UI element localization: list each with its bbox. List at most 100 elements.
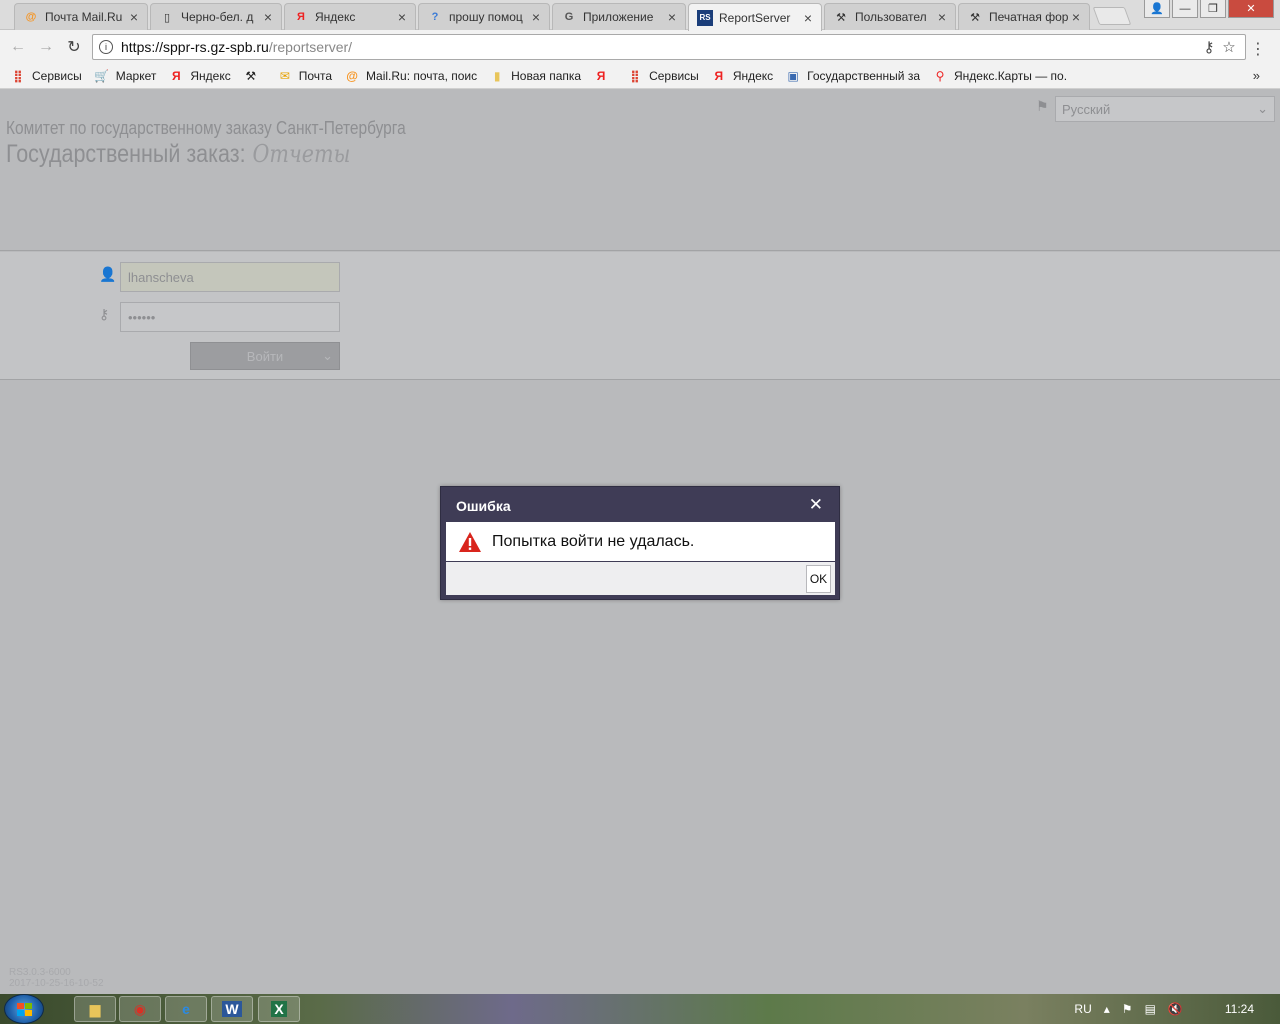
bookmark-yandex[interactable]: Я Яндекс (168, 68, 231, 84)
restore-icon[interactable]: ❐ (1200, 0, 1226, 18)
tab-users[interactable]: ⚒ Пользовател × (824, 3, 956, 30)
user-icon[interactable]: 👤 (1144, 0, 1170, 18)
excel-taskbar-icon[interactable]: X (258, 996, 300, 1022)
tab-title: прошу помоц (449, 10, 523, 24)
minimize-icon[interactable]: — (1172, 0, 1198, 18)
tray-expand-icon[interactable]: ▴ (1104, 1002, 1110, 1016)
mail-icon: ✉ (279, 69, 290, 83)
bookmark-tools[interactable]: ⚒ (243, 68, 265, 84)
tab-app[interactable]: G Приложение × (552, 3, 686, 30)
back-icon[interactable]: ← (8, 37, 28, 57)
star-icon[interactable]: ☆ (1219, 38, 1239, 56)
tab-title: Пользовател (855, 10, 927, 24)
folder-icon: ▮ (493, 69, 501, 83)
bookmark-mailru[interactable]: @ Mail.Ru: почта, поис (344, 68, 477, 84)
product-name: Государственный заказ: Отчеты (6, 140, 351, 168)
volume-muted-icon[interactable]: 🔇 (1168, 1002, 1183, 1016)
flag-icon: ⚑ (1036, 98, 1049, 114)
chrome-taskbar-icon[interactable]: ◉ (119, 996, 161, 1022)
page-header: Комитет по государственному заказу Санкт… (0, 90, 1280, 251)
bookmarks-bar: ⣿ Сервисы 🛒 Маркет Я Яндекс ⚒ ✉ Почта @ Mail.… (0, 64, 1280, 89)
building-icon: ▣ (787, 69, 799, 83)
chrome-icon: ◉ (133, 1000, 147, 1017)
tab-mailru[interactable]: @ Почта Mail.Ru × (14, 3, 148, 30)
chevron-down-icon: ⌄ (1257, 101, 1268, 116)
taskbar: ▆ ◉ e W X RU ▴ ⚑ ▤ 🔇 11:24 (0, 994, 1280, 1024)
cart-icon: 🛒 (94, 69, 110, 83)
mailru-icon: @ (25, 11, 37, 23)
ok-button[interactable]: OK (806, 565, 831, 593)
close-icon[interactable]: × (127, 9, 141, 25)
windows-logo-icon (17, 1003, 32, 1016)
tab-print-form[interactable]: ⚒ Печатная фор × (958, 3, 1090, 30)
close-icon[interactable]: × (665, 9, 679, 25)
close-icon[interactable]: × (935, 9, 949, 25)
start-button[interactable] (4, 994, 44, 1024)
chevron-down-icon[interactable]: ⌄ (322, 348, 333, 364)
tab-strip: @ Почта Mail.Ru × ▯ Черно-бел. д × Я Янд… (0, 0, 1280, 31)
network-icon[interactable]: ▤ (1145, 1002, 1156, 1016)
close-icon[interactable]: × (801, 10, 815, 26)
language-select[interactable]: Русский ⌄ (1055, 96, 1275, 122)
error-dialog: Ошибка ✕ Попытка войти не удалась. OK (440, 486, 840, 600)
mailru-icon: @ (346, 69, 358, 83)
tab-title: Печатная фор (989, 10, 1069, 24)
explorer-taskbar-icon[interactable]: ▆ (74, 996, 116, 1022)
url-text[interactable]: https://sppr-rs.gz-spb.ru/reportserver/ (121, 39, 1199, 55)
key-icon: ⚷ (99, 306, 110, 322)
username-input[interactable]: lhanscheva (120, 262, 340, 292)
tab-question[interactable]: ? прошу помоц × (418, 3, 550, 30)
org-name: Комитет по государственному заказу Санкт… (6, 118, 406, 138)
word-taskbar-icon[interactable]: W (211, 996, 253, 1022)
tab-document[interactable]: ▯ Черно-бел. д × (150, 3, 282, 30)
close-icon[interactable]: × (261, 9, 275, 25)
yandex-bookmark-icon: Я (596, 69, 606, 83)
action-center-icon[interactable]: ⚑ (1122, 1002, 1133, 1016)
forward-icon[interactable]: → (36, 37, 56, 57)
new-tab-button[interactable] (1092, 7, 1132, 25)
bookmark-gov[interactable]: ▣ Государственный за (785, 68, 921, 84)
bookmark-services[interactable]: ⣿ Сервисы (10, 68, 81, 84)
dialog-title: Ошибка (456, 498, 511, 514)
tools-icon: ⚒ (836, 11, 846, 24)
tab-title: Черно-бел. д (181, 10, 254, 24)
reportserver-icon: RS (697, 9, 713, 26)
close-icon[interactable]: ✕ (809, 495, 823, 515)
document-icon: ▯ (163, 11, 171, 24)
bookmark-yandex-3[interactable]: Я Яндекс (711, 68, 774, 84)
bookmark-new-folder[interactable]: ▮ Новая папка (489, 68, 581, 84)
bookmark-market[interactable]: 🛒 Маркет (94, 68, 156, 84)
reload-icon[interactable]: ↻ (64, 37, 84, 57)
clock[interactable]: 11:24 (1225, 1002, 1254, 1016)
user-icon: 👤 (99, 266, 117, 282)
login-button[interactable]: Войти ⌄ (190, 342, 340, 370)
dialog-footer: OK (446, 562, 835, 595)
language-indicator[interactable]: RU (1074, 1002, 1091, 1016)
tab-reportserver[interactable]: RS ReportServer × (688, 3, 822, 31)
dialog-body: Попытка войти не удалась. (446, 522, 835, 561)
tab-yandex[interactable]: Я Яндекс × (284, 3, 416, 30)
window-controls: 👤 — ❐ ✕ (1144, 0, 1274, 18)
address-bar[interactable]: i https://sppr-rs.gz-spb.ru/reportserver… (92, 34, 1246, 60)
info-icon[interactable]: i (99, 40, 113, 54)
bookmark-mail[interactable]: ✉ Почта (277, 68, 332, 84)
close-icon[interactable]: × (529, 9, 543, 25)
bookmark-maps[interactable]: ⚲ Яндекс.Карты — по. (932, 68, 1067, 84)
close-icon[interactable]: × (395, 9, 409, 25)
ie-taskbar-icon[interactable]: e (165, 996, 207, 1022)
key-icon[interactable]: ⚷ (1199, 38, 1219, 56)
bookmarks-more-icon[interactable]: » (1253, 68, 1260, 83)
bookmark-yandex-2[interactable]: Я (593, 68, 615, 84)
word-icon: W (222, 1001, 242, 1017)
menu-icon[interactable]: ⋮ (1250, 39, 1266, 59)
yandex-icon: Я (172, 69, 181, 83)
browser-toolbar: ← → ↻ i https://sppr-rs.gz-spb.ru/report… (0, 30, 1280, 64)
bookmark-services-2[interactable]: ⣿ Сервисы (627, 68, 698, 84)
password-input[interactable]: •••••• (120, 302, 340, 332)
tools-icon: ⚒ (970, 11, 980, 24)
yandex-icon: Я (297, 11, 305, 23)
close-icon[interactable]: × (1069, 9, 1083, 25)
window-close-icon[interactable]: ✕ (1228, 0, 1274, 18)
apps-grid-icon: ⣿ (630, 69, 640, 83)
tab-title: Приложение (583, 10, 654, 24)
